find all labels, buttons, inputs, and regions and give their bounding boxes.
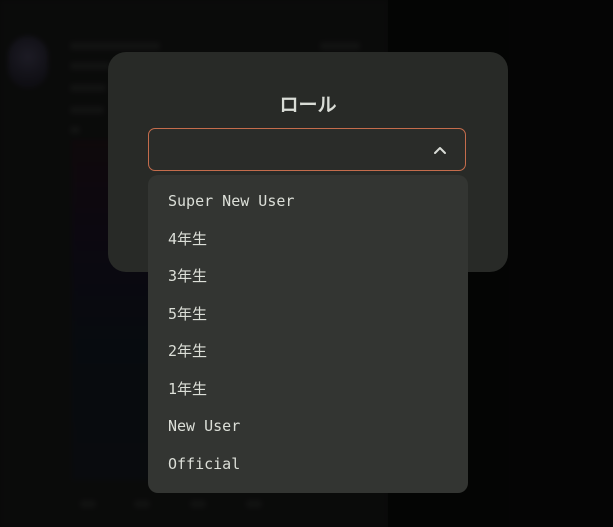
role-option-new-user[interactable]: New User: [148, 408, 468, 446]
role-option-2nd-year[interactable]: 2年生: [148, 333, 468, 371]
role-dropdown-list: Super New User 4年生 3年生 5年生 2年生 1年生 New U…: [148, 175, 468, 493]
chevron-up-icon: [433, 143, 447, 157]
role-option-4th-year[interactable]: 4年生: [148, 221, 468, 259]
role-option-5th-year[interactable]: 5年生: [148, 296, 468, 334]
role-select[interactable]: [148, 128, 466, 171]
role-option-3rd-year[interactable]: 3年生: [148, 258, 468, 296]
role-option-super-new-user[interactable]: Super New User: [148, 183, 468, 221]
modal-title: ロール: [279, 94, 337, 116]
role-option-official[interactable]: Official: [148, 446, 468, 484]
role-option-1st-year[interactable]: 1年生: [148, 371, 468, 409]
screen: ロール Super New User 4年生 3年生 5年生 2年生 1年生 N…: [0, 0, 613, 527]
